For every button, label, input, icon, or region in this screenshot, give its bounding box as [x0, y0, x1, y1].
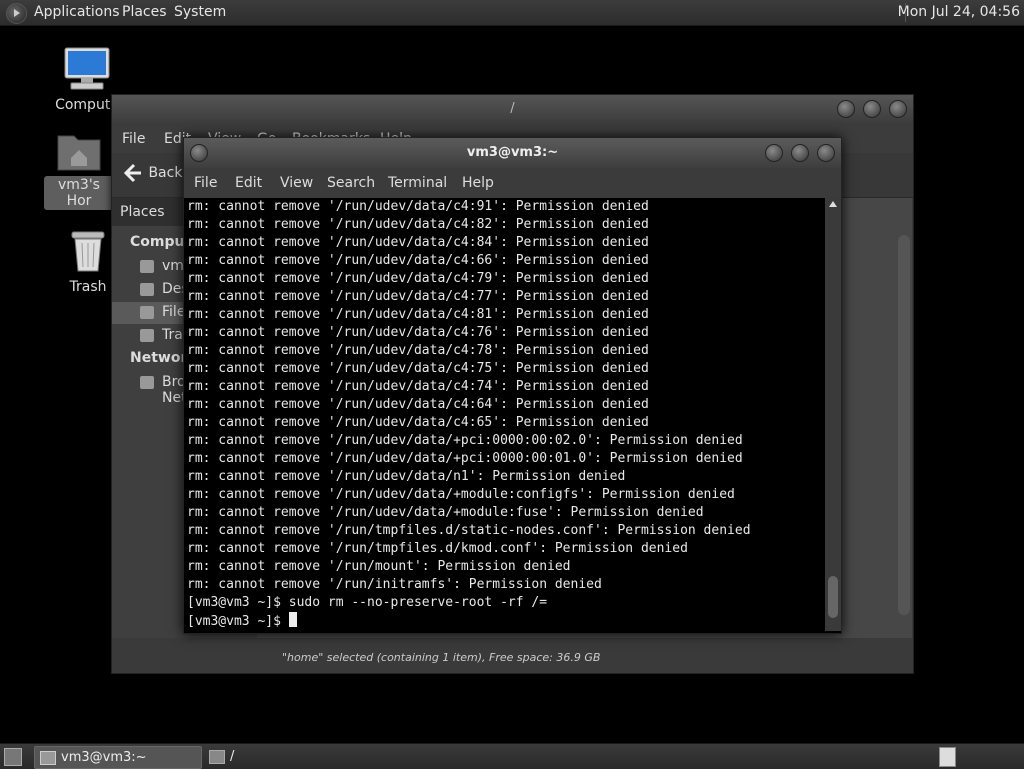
term-menu-edit[interactable]: Edit [235, 175, 262, 191]
term-menu-help[interactable]: Help [462, 175, 494, 191]
terminal-line: rm: cannot remove '/run/udev/data/+modul… [187, 505, 704, 520]
desktop-folder-icon [140, 283, 154, 296]
terminal-line: [vm3@vm3 ~]$ sudo rm --no-preserve-root … [187, 595, 548, 610]
places-label: Places [120, 204, 165, 220]
terminal-titlebar[interactable]: vm3@vm3:~ [184, 138, 841, 168]
term-menu-view[interactable]: View [280, 175, 313, 191]
terminal-prompt-line[interactable]: [vm3@vm3 ~]$ [187, 612, 825, 630]
trash-icon [71, 231, 105, 272]
menu-applications[interactable]: Applications [34, 4, 120, 20]
menu-system[interactable]: System [174, 4, 226, 20]
maximize-button[interactable] [791, 144, 809, 162]
terminal-line: rm: cannot remove '/run/udev/data/n1': P… [187, 469, 626, 484]
home-icon [140, 260, 154, 273]
terminal-line: rm: cannot remove '/run/udev/data/c4:65'… [187, 415, 649, 430]
taskbar-item-file-manager[interactable]: / [204, 746, 370, 767]
desktop-icon-label: vm3's Hor [44, 176, 114, 210]
terminal-line: rm: cannot remove '/run/udev/data/c4:64'… [187, 397, 649, 412]
terminal-line: rm: cannot remove '/run/udev/data/c4:84'… [187, 235, 649, 250]
terminal-line: rm: cannot remove '/run/udev/data/+pci:0… [187, 451, 743, 466]
terminal-line: rm: cannot remove '/run/udev/data/c4:79'… [187, 271, 649, 286]
terminal-line: rm: cannot remove '/run/tmpfiles.d/stati… [187, 523, 751, 538]
close-button[interactable] [817, 144, 835, 162]
close-button[interactable] [889, 100, 907, 118]
term-menu-search[interactable]: Search [327, 175, 375, 191]
desktop-icon-label: Trash [69, 279, 107, 295]
show-desktop-icon[interactable] [4, 748, 22, 766]
terminal-menubar: File Edit View Search Terminal Help [184, 168, 841, 198]
home-folder-icon [57, 135, 101, 171]
terminal-line: rm: cannot remove '/run/udev/data/+modul… [187, 487, 735, 502]
terminal-line: rm: cannot remove '/run/udev/data/c4:76'… [187, 325, 649, 340]
distro-logo-icon[interactable] [6, 3, 27, 24]
file-manager-scrollbar[interactable] [898, 235, 910, 615]
terminal-line: rm: cannot remove '/run/initramfs': Perm… [187, 577, 602, 592]
file-manager-statusbar: "home" selected (containing 1 item), Fre… [112, 641, 913, 673]
menu-places[interactable]: Places [122, 4, 167, 20]
terminal-line: rm: cannot remove '/run/udev/data/c4:74'… [187, 379, 649, 394]
terminal-output[interactable]: rm: cannot remove '/run/udev/data/c4:91'… [184, 198, 825, 631]
window-title: / [510, 101, 515, 116]
workspace-switcher[interactable] [939, 747, 956, 767]
terminal-line: rm: cannot remove '/run/udev/data/c4:91'… [187, 199, 649, 214]
back-label: Back [148, 165, 183, 181]
bottom-panel: vm3@vm3:~ / [0, 743, 1024, 769]
terminal-line: rm: cannot remove '/run/udev/data/c4:75'… [187, 361, 649, 376]
terminal-line: rm: cannot remove '/run/udev/data/c4:82'… [187, 217, 649, 232]
term-menu-file[interactable]: File [194, 175, 217, 191]
file-manager-titlebar[interactable]: / [112, 95, 913, 123]
text-cursor [288, 612, 297, 627]
terminal-prompt: [vm3@vm3 ~]$ [187, 614, 289, 629]
taskbar-item-label: vm3@vm3:~ [61, 750, 147, 765]
terminal-line: rm: cannot remove '/run/udev/data/c4:78'… [187, 343, 649, 358]
back-button[interactable]: Back [122, 162, 182, 184]
folder-icon [209, 750, 225, 764]
window-title: vm3@vm3:~ [466, 145, 559, 160]
terminal-icon [40, 751, 56, 765]
terminal-window[interactable]: vm3@vm3:~ File Edit View Search Terminal… [183, 137, 842, 634]
minimize-button[interactable] [765, 144, 783, 162]
terminal-line: rm: cannot remove '/run/udev/data/c4:77'… [187, 289, 649, 304]
taskbar-item-terminal[interactable]: vm3@vm3:~ [34, 746, 202, 769]
terminal-line: rm: cannot remove '/run/udev/data/+pci:0… [187, 433, 743, 448]
terminal-line: rm: cannot remove '/run/tmpfiles.d/kmod.… [187, 541, 688, 556]
scrollbar-thumb[interactable] [828, 576, 838, 618]
terminal-scrollbar[interactable] [825, 198, 841, 631]
fm-menu-file[interactable]: File [122, 131, 145, 147]
computer-icon [64, 47, 110, 90]
drive-icon [140, 306, 154, 319]
clock[interactable]: Mon Jul 24, 04:56 [898, 4, 1020, 20]
scroll-up-arrow-icon[interactable] [829, 201, 837, 207]
trash-icon [140, 329, 154, 342]
terminal-line: rm: cannot remove '/run/mount': Permissi… [187, 559, 571, 574]
minimize-button[interactable] [837, 100, 855, 118]
desktop-icon-home[interactable]: vm3's Hor [44, 128, 114, 210]
top-panel: Applications Places System Mon Jul 24, 0… [0, 0, 1024, 26]
terminal-line: rm: cannot remove '/run/udev/data/c4:81'… [187, 307, 649, 322]
network-icon [140, 376, 154, 389]
maximize-button[interactable] [863, 100, 881, 118]
terminal-line: rm: cannot remove '/run/udev/data/c4:66'… [187, 253, 649, 268]
back-arrow-icon [123, 163, 141, 183]
status-text: "home" selected (containing 1 item), Fre… [282, 651, 601, 664]
term-menu-terminal[interactable]: Terminal [388, 175, 447, 191]
taskbar-item-label: / [230, 749, 235, 764]
